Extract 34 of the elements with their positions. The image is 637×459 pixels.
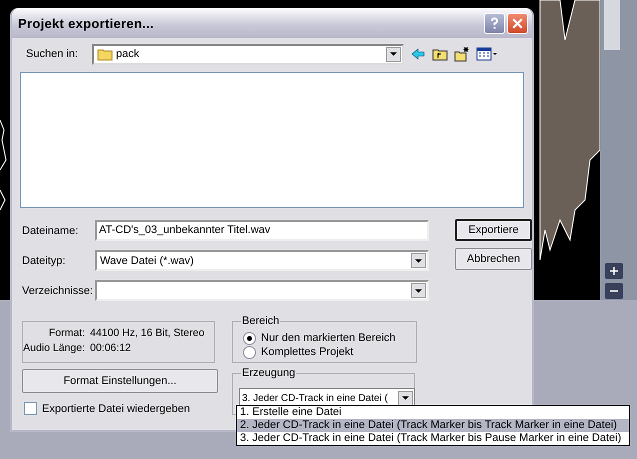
checkbox-label: Exportierte Datei wiedergeben: [42, 402, 190, 414]
field-label: Dateiname:: [21, 224, 80, 236]
new-folder-icon[interactable]: [454, 46, 470, 62]
zoom-in-icon[interactable]: [604, 262, 624, 280]
group-title: Erzeugung: [241, 367, 296, 379]
checkbox[interactable]: [24, 402, 37, 415]
dropdown-option[interactable]: 1. Erstelle eine Datei: [237, 406, 629, 419]
radio-button[interactable]: [243, 346, 256, 358]
radio-label: Nur den markierten Bereich: [261, 332, 396, 344]
view-menu-icon[interactable]: [476, 46, 498, 62]
dropdown-option[interactable]: 2. Jeder CD-Track in eine Datei (Track Marker bis Track Marker in eine Datei): [237, 419, 629, 432]
format-settings-button[interactable]: Format Einstellungen...: [22, 369, 218, 393]
dropdown-option[interactable]: 3. Jeder CD-Track in eine Datei (Track Marker bis Pause Marker in eine Datei): [237, 432, 629, 445]
back-icon[interactable]: [410, 46, 426, 62]
dropdown[interactable]: Wave Datei (*.wav): [95, 250, 429, 271]
action-button[interactable]: Abbrechen: [455, 248, 532, 270]
group-title: Bereich: [241, 315, 280, 327]
zoom-out-icon[interactable]: [604, 282, 624, 300]
field-label: Dateityp:: [21, 254, 66, 266]
close-icon[interactable]: [507, 12, 528, 34]
look-in-dropdown[interactable]: pack: [92, 44, 404, 64]
radio-label: Komplettes Projekt: [261, 346, 354, 358]
folder-icon: [97, 47, 113, 61]
field-label: Verzeichnisse:: [21, 284, 94, 296]
info-value: 00:06:12: [90, 342, 131, 354]
action-button[interactable]: Exportiere: [455, 219, 532, 241]
look-in-label: Suchen in:: [25, 48, 79, 60]
info-value: 44100 Hz, 16 Bit, Stereo: [90, 327, 204, 339]
info-label: Audio Länge:: [23, 342, 86, 354]
info-label: Format:: [48, 327, 86, 339]
help-icon[interactable]: [484, 12, 505, 34]
window-title: Projekt exportieren...: [18, 16, 155, 30]
input-field[interactable]: AT-CD's_03_unbekannter Titel.wav: [95, 220, 429, 241]
radio-button[interactable]: [243, 332, 256, 344]
